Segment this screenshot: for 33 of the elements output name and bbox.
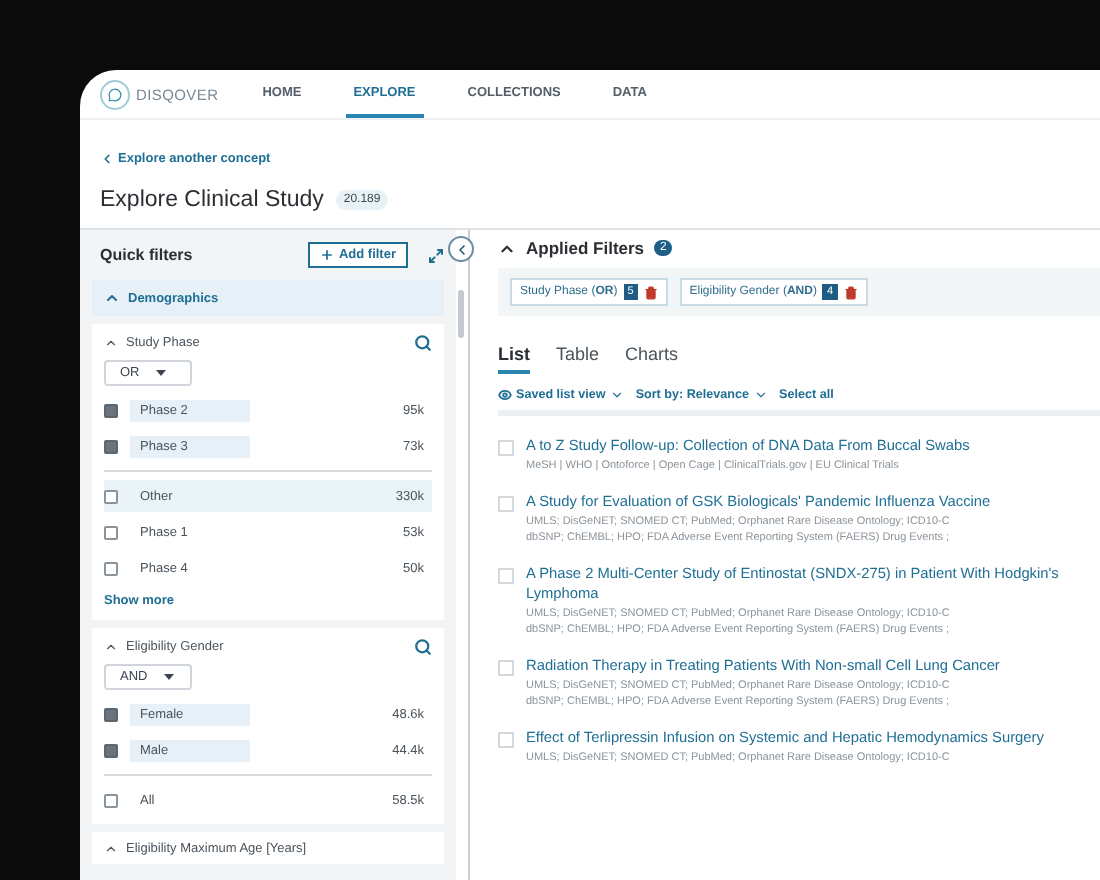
caret-icon <box>155 370 166 376</box>
logo-icon <box>100 79 130 109</box>
plus-icon <box>320 248 335 262</box>
view-tab[interactable]: Table <box>556 344 600 374</box>
expand-icon[interactable] <box>428 247 444 263</box>
checkbox[interactable] <box>104 439 118 453</box>
delete-icon[interactable] <box>843 285 857 299</box>
collapse-icon[interactable] <box>104 336 118 350</box>
chevron-left-icon <box>100 152 114 166</box>
search-icon[interactable] <box>414 334 432 352</box>
collapse-icon[interactable] <box>104 842 118 856</box>
page-title: Explore Clinical Study <box>100 188 324 212</box>
collapse-icon[interactable] <box>104 640 118 654</box>
checkbox[interactable] <box>104 743 118 757</box>
delete-icon[interactable] <box>643 285 658 299</box>
chevron-up-icon <box>104 290 120 306</box>
applied-filters-title: Applied Filters <box>526 238 645 258</box>
checkbox[interactable] <box>104 489 118 503</box>
checkbox[interactable] <box>104 561 118 575</box>
view-tab[interactable]: List <box>498 344 531 374</box>
chevron-down-icon <box>753 388 768 402</box>
eye-icon <box>498 388 512 402</box>
scrollbar[interactable] <box>458 290 464 338</box>
checkbox[interactable] <box>104 793 118 807</box>
search-icon[interactable] <box>414 638 432 656</box>
checkbox[interactable] <box>104 525 118 539</box>
view-tab[interactable]: Charts <box>625 344 679 374</box>
chevron-left-icon <box>453 241 469 257</box>
chevron-down-icon <box>609 388 624 402</box>
caret-icon <box>163 674 174 680</box>
checkbox[interactable] <box>104 403 118 417</box>
checkbox[interactable] <box>104 707 118 721</box>
sidebar-title: Quick filters <box>100 246 195 264</box>
